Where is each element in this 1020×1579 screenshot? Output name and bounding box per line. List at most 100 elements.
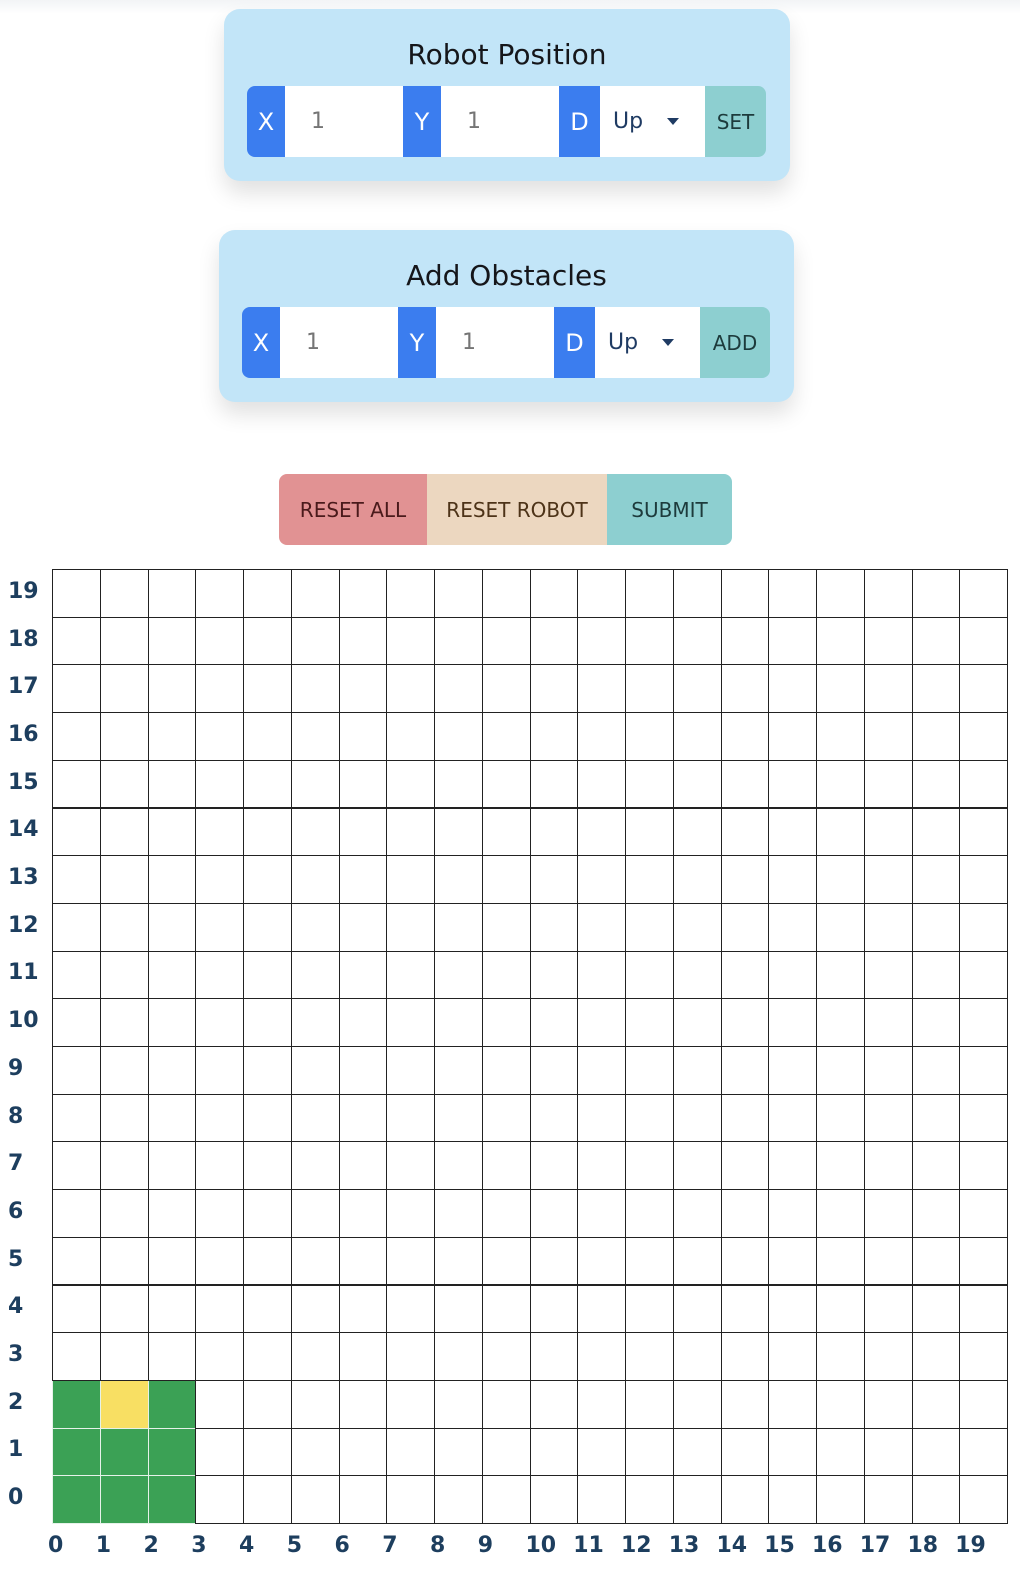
grid-cell[interactable] xyxy=(481,1475,531,1524)
grid-cell[interactable] xyxy=(911,1141,961,1191)
grid-cell[interactable] xyxy=(816,1141,865,1191)
grid-cell[interactable] xyxy=(243,1332,292,1381)
grid-cell[interactable] xyxy=(816,616,865,666)
grid-cell[interactable] xyxy=(529,1189,579,1238)
grid-cell[interactable] xyxy=(959,1427,1008,1477)
grid-cell[interactable] xyxy=(911,1236,961,1286)
grid-cell[interactable] xyxy=(243,569,292,618)
grid-cell[interactable] xyxy=(434,616,483,666)
grid-cell[interactable] xyxy=(338,1332,388,1381)
grid-cell[interactable] xyxy=(911,1427,961,1477)
grid-cell[interactable] xyxy=(338,807,388,857)
grid-cell[interactable] xyxy=(99,569,149,618)
grid-cell[interactable] xyxy=(625,1284,674,1334)
grid-cell[interactable] xyxy=(99,616,149,666)
grid-cell[interactable] xyxy=(863,998,913,1047)
grid-cell[interactable] xyxy=(959,998,1008,1047)
grid-cell[interactable] xyxy=(529,998,579,1047)
grid-cell[interactable] xyxy=(672,1141,722,1191)
grid-cell[interactable] xyxy=(720,759,770,809)
grid-cell[interactable] xyxy=(816,712,865,761)
grid-cell[interactable] xyxy=(386,1141,435,1191)
grid-cell[interactable] xyxy=(768,1284,817,1334)
grid-cell[interactable] xyxy=(99,664,149,714)
grid-cell[interactable] xyxy=(195,855,244,904)
grid-cell[interactable] xyxy=(243,1284,292,1334)
grid-cell[interactable] xyxy=(720,569,770,618)
grid-cell[interactable] xyxy=(386,1093,435,1143)
grid-cell[interactable] xyxy=(195,950,244,1000)
grid-cell[interactable] xyxy=(577,1046,626,1095)
grid-cell[interactable] xyxy=(338,1046,388,1095)
grid-cell[interactable] xyxy=(816,664,865,714)
grid-cell[interactable] xyxy=(816,855,865,904)
grid-cell[interactable] xyxy=(338,712,388,761)
grid-cell[interactable] xyxy=(672,1379,722,1429)
grid-cell[interactable] xyxy=(386,1332,435,1381)
grid-cell[interactable] xyxy=(863,1093,913,1143)
grid-cell[interactable] xyxy=(52,998,101,1047)
grid-cell[interactable] xyxy=(911,807,961,857)
grid-cell[interactable] xyxy=(195,1141,244,1191)
grid-cell[interactable] xyxy=(338,1284,388,1334)
grid-cell[interactable] xyxy=(434,855,483,904)
robot-cell[interactable] xyxy=(99,1475,149,1524)
grid-cell[interactable] xyxy=(290,569,340,618)
grid-cell[interactable] xyxy=(52,616,101,666)
grid-cell[interactable] xyxy=(147,855,197,904)
grid-cell[interactable] xyxy=(52,902,101,952)
grid-cell[interactable] xyxy=(577,1475,626,1524)
grid-cell[interactable] xyxy=(577,712,626,761)
grid-cell[interactable] xyxy=(577,616,626,666)
grid-cell[interactable] xyxy=(243,664,292,714)
grid-cell[interactable] xyxy=(99,807,149,857)
grid-cell[interactable] xyxy=(577,1332,626,1381)
grid-cell[interactable] xyxy=(672,855,722,904)
grid-cell[interactable] xyxy=(290,1427,340,1477)
grid-cell[interactable] xyxy=(863,1427,913,1477)
grid-cell[interactable] xyxy=(386,616,435,666)
grid-cell[interactable] xyxy=(147,950,197,1000)
grid-cell[interactable] xyxy=(290,1475,340,1524)
grid-cell[interactable] xyxy=(434,1284,483,1334)
grid-cell[interactable] xyxy=(243,1189,292,1238)
grid-cell[interactable] xyxy=(768,1189,817,1238)
add-button[interactable]: ADD xyxy=(700,307,770,378)
grid-cell[interactable] xyxy=(52,1236,101,1286)
grid-cell[interactable] xyxy=(863,902,913,952)
grid-cell[interactable] xyxy=(195,664,244,714)
grid-cell[interactable] xyxy=(99,1332,149,1381)
grid-cell[interactable] xyxy=(243,1046,292,1095)
grid-cell[interactable] xyxy=(863,1475,913,1524)
grid-cell[interactable] xyxy=(863,616,913,666)
grid-cell[interactable] xyxy=(768,855,817,904)
grid-cell[interactable] xyxy=(338,998,388,1047)
grid-cell[interactable] xyxy=(672,1332,722,1381)
grid-cell[interactable] xyxy=(290,1332,340,1381)
grid-cell[interactable] xyxy=(529,569,579,618)
grid-cell[interactable] xyxy=(529,1475,579,1524)
grid-cell[interactable] xyxy=(386,1284,435,1334)
grid-cell[interactable] xyxy=(911,664,961,714)
grid-cell[interactable] xyxy=(243,616,292,666)
grid-cell[interactable] xyxy=(959,1046,1008,1095)
grid-cell[interactable] xyxy=(959,807,1008,857)
grid-cell[interactable] xyxy=(290,998,340,1047)
grid-cell[interactable] xyxy=(434,1046,483,1095)
grid-cell[interactable] xyxy=(672,569,722,618)
grid-cell[interactable] xyxy=(863,569,913,618)
grid-cell[interactable] xyxy=(481,807,531,857)
grid-cell[interactable] xyxy=(768,1093,817,1143)
grid-cell[interactable] xyxy=(147,1093,197,1143)
grid-cell[interactable] xyxy=(529,1284,579,1334)
grid-cell[interactable] xyxy=(625,1093,674,1143)
grid-cell[interactable] xyxy=(52,855,101,904)
grid-cell[interactable] xyxy=(195,1284,244,1334)
grid-cell[interactable] xyxy=(290,1141,340,1191)
grid-cell[interactable] xyxy=(720,616,770,666)
grid-cell[interactable] xyxy=(672,1189,722,1238)
grid-cell[interactable] xyxy=(481,998,531,1047)
grid-cell[interactable] xyxy=(195,616,244,666)
grid-cell[interactable] xyxy=(529,1141,579,1191)
grid-cell[interactable] xyxy=(529,1046,579,1095)
